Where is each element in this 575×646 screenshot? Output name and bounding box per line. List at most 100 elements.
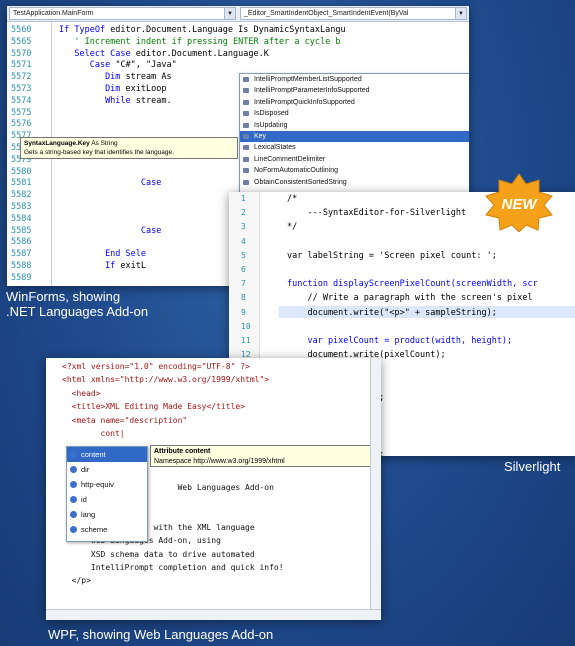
code-line: If TypeOf editor.Document.Language Is Dy… [59, 25, 346, 35]
code-text: stream. [135, 95, 172, 106]
completion-item[interactable]: IntelliPromptMemberListSupported [240, 74, 469, 85]
code-line: XSD schema data to drive automated [62, 549, 255, 559]
member-dropdown-label: _Editor_SmartIndentObject_SmartIndentEve… [244, 10, 409, 17]
badge-text: NEW [502, 196, 539, 213]
code-text: ' Increment indent if pressing ENTER aft… [74, 36, 341, 47]
attribute-icon [70, 496, 77, 503]
code-line: /* [287, 194, 298, 204]
completion-item-label: IntelliPromptMemberListSupported [254, 76, 362, 83]
line-number: 7 [241, 279, 246, 289]
keyword: If TypeOf [59, 25, 111, 35]
completion-item[interactable]: LexicalStates [240, 142, 469, 153]
code-navigation-bar: TestApplication.MainForm ▼ _Editor_Smart… [7, 6, 469, 22]
attribute-completion-list[interactable]: content dir http-equiv id lang scheme [66, 446, 148, 542]
completion-item-label: dir [81, 465, 90, 474]
completion-item[interactable]: dir [67, 462, 147, 477]
keyword: Case [140, 178, 162, 189]
member-dropdown[interactable]: _Editor_SmartIndentObject_SmartIndentEve… [240, 7, 467, 20]
completion-item-label: id [81, 495, 87, 504]
line-number: 5565 [11, 36, 32, 47]
chevron-down-icon[interactable]: ▼ [455, 8, 466, 19]
quick-info-tooltip: SyntaxLanguage.Key As String Gets a stri… [20, 137, 238, 159]
completion-item-label: IsDisposed [254, 110, 289, 118]
code-line: End Sele [59, 249, 146, 259]
completion-item[interactable]: NoFormAutomaticOutlining [240, 165, 469, 176]
line-number: 5586 [11, 237, 32, 248]
code-text: stream As [125, 72, 172, 83]
completion-item[interactable]: LineCommentDelimiter [240, 154, 469, 165]
code-line: ' Increment indent if pressing ENTER aft… [59, 37, 340, 47]
winforms-caption: WinForms, showing .NET Languages Add-on [6, 289, 149, 319]
completion-item[interactable]: scheme [67, 522, 147, 537]
code-line: document.write("<p>" + sampleString); [287, 307, 497, 318]
line-number: 8 [241, 293, 246, 303]
line-number: 5587 [11, 249, 32, 260]
completion-item[interactable]: ObtainConsistentSortedString [240, 177, 469, 188]
attribute-icon [70, 451, 77, 458]
silverlight-caption: Silverlight [504, 459, 561, 474]
completion-item-label: NoFormAutomaticOutlining [254, 167, 339, 175]
line-number: 5589 [11, 272, 32, 283]
code-line: var labelString = 'Screen pixel count: '… [287, 250, 497, 261]
code-text: exitL [120, 261, 147, 271]
line-number: 4 [241, 236, 246, 246]
line-number: 11 [241, 336, 251, 345]
quick-info-tooltip: Attribute content Namespace http://www.w… [150, 445, 378, 467]
type-dropdown[interactable]: TestApplication.MainForm ▼ [9, 7, 236, 20]
completion-item[interactable]: content [67, 447, 147, 462]
chevron-down-icon[interactable]: ▼ [224, 8, 235, 19]
line-number: 5583 [11, 202, 32, 212]
completion-item-label: lang [81, 510, 96, 519]
code-text: editor.Document.Language Is DynamicSynta… [110, 25, 346, 35]
keyword: End Sele [105, 249, 147, 260]
tooltip-type: As String [91, 140, 118, 147]
vertical-scrollbar[interactable] [370, 358, 381, 610]
property-icon [243, 99, 249, 105]
completion-item[interactable]: http-equiv [67, 477, 147, 492]
line-number: 5571 [11, 60, 32, 71]
completion-item[interactable]: id [67, 492, 147, 507]
line-number: 5574 [11, 95, 32, 106]
line-number: 2 [241, 208, 246, 218]
code-line: ---SyntaxEditor-for-Silverlight [287, 208, 467, 219]
completion-item-label: http-equiv [81, 480, 114, 489]
completion-item[interactable]: IsUpdating [240, 120, 469, 131]
keyword: Dim [105, 72, 126, 83]
keyword: Case [89, 60, 116, 71]
tooltip-title: SyntaxLanguage.Key [24, 140, 90, 147]
new-badge: NEW [485, 173, 553, 232]
line-number: 10 [241, 321, 251, 331]
intelliprompt-member-list[interactable]: IntelliPromptMemberListSupported IntelliP… [239, 73, 469, 201]
property-icon [243, 145, 249, 151]
completion-item-label: Key [254, 132, 267, 140]
completion-item[interactable]: IntelliPromptParameterInfoSupported [240, 85, 469, 96]
code-text: "C#", "Java" [115, 60, 177, 71]
property-icon [243, 111, 249, 117]
horizontal-scrollbar[interactable] [46, 609, 381, 620]
completion-item[interactable]: Key [240, 130, 469, 143]
line-number: 3 [241, 222, 246, 232]
completion-item[interactable]: IsDisposed [240, 108, 469, 119]
type-dropdown-label: TestApplication.MainForm [13, 10, 94, 17]
code-line: </p> [62, 576, 91, 586]
completion-item[interactable]: IntelliPromptQuickInfoSupported [240, 97, 469, 108]
code-line [59, 202, 120, 212]
completion-item-label: IsUpdating [254, 121, 288, 129]
code-line: IntelliPrompt completion and quick info! [62, 563, 284, 572]
code-line: While stream. [59, 96, 172, 106]
completion-item[interactable]: lang [67, 507, 147, 522]
line-number: 5572 [11, 72, 32, 83]
line-number: 1 [241, 194, 246, 203]
property-icon [243, 122, 249, 128]
